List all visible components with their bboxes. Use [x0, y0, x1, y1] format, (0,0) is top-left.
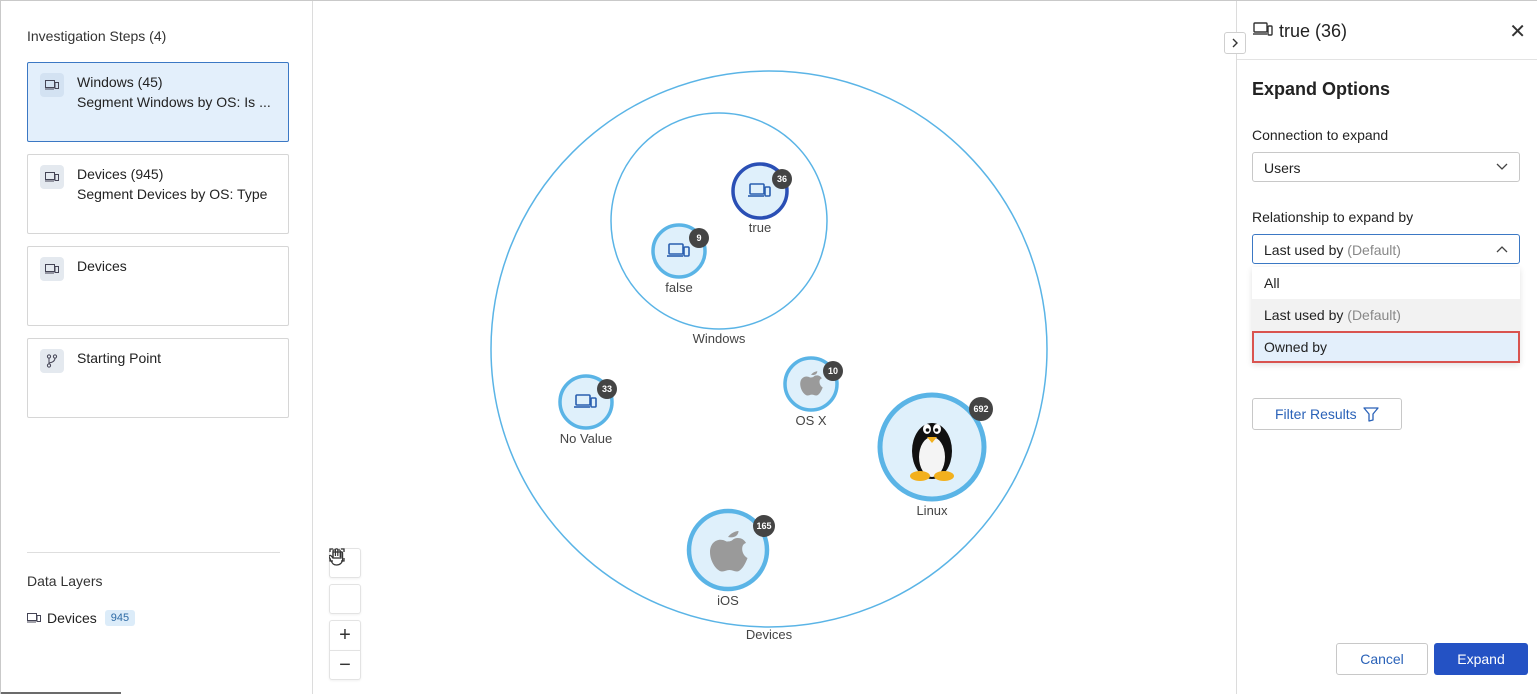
- zoom-out-icon[interactable]: −: [329, 650, 361, 680]
- step-devices[interactable]: Devices: [27, 246, 289, 326]
- graph-canvas[interactable]: Devices Windows 36 true 9 false 33 No Va…: [313, 1, 1236, 694]
- device-icon: [40, 165, 64, 189]
- step-title: Devices: [77, 258, 127, 274]
- option-last-used-by[interactable]: Last used by (Default): [1252, 299, 1520, 331]
- option-label: Owned by: [1264, 339, 1328, 355]
- data-layer-label: Devices: [47, 610, 97, 626]
- filter-results-button[interactable]: Filter Results: [1252, 398, 1402, 430]
- data-layers-title: Data Layers: [27, 573, 103, 589]
- node-label: iOS: [717, 593, 739, 608]
- option-all[interactable]: All: [1252, 267, 1520, 299]
- data-layer-devices[interactable]: Devices 945: [27, 610, 136, 626]
- chevron-right-icon: [1232, 38, 1238, 48]
- node-true[interactable]: 36 true: [731, 162, 792, 235]
- step-title: Windows (45): [77, 74, 163, 90]
- node-label: Linux: [916, 503, 948, 518]
- device-icon: [1253, 22, 1273, 41]
- steps-title: Investigation Steps (4): [27, 28, 167, 44]
- option-owned-by[interactable]: Owned by: [1252, 331, 1520, 363]
- node-label: true: [749, 220, 771, 235]
- zoom-in-icon[interactable]: +: [329, 620, 361, 650]
- filter-icon: [1363, 406, 1379, 422]
- node-linux[interactable]: 692 Linux: [877, 392, 993, 518]
- count-badge: 945: [104, 610, 136, 626]
- relationship-value: Last used by: [1264, 242, 1344, 258]
- connection-select[interactable]: Users: [1252, 152, 1520, 182]
- fit-screen-icon[interactable]: [329, 548, 361, 614]
- step-title: Starting Point: [77, 350, 162, 366]
- node-false[interactable]: 9 false: [651, 223, 709, 295]
- step-windows[interactable]: Windows (45) Segment Windows by OS: Is .…: [27, 62, 289, 142]
- collapse-panel-button[interactable]: [1224, 32, 1246, 54]
- panel-title: true (36): [1279, 21, 1348, 41]
- node-label: OS X: [795, 413, 826, 428]
- section-title: Expand Options: [1252, 79, 1391, 99]
- filter-results-label: Filter Results: [1275, 406, 1357, 422]
- close-icon[interactable]: ✕: [1509, 19, 1526, 44]
- windows-group-circle: [610, 112, 828, 330]
- node-count: 165: [756, 521, 771, 531]
- node-count: 10: [828, 366, 838, 376]
- relationship-label: Relationship to expand by: [1252, 209, 1414, 225]
- node-os-x[interactable]: 10 OS X: [783, 356, 843, 428]
- device-icon: [40, 73, 64, 97]
- chevron-down-icon: [1496, 163, 1508, 170]
- node-no-value[interactable]: 33 No Value: [558, 374, 617, 446]
- connection-label: Connection to expand: [1252, 127, 1389, 143]
- devices-group-label: Devices: [746, 627, 793, 642]
- connection-value: Users: [1264, 160, 1301, 176]
- node-ios[interactable]: 165 iOS: [686, 508, 775, 608]
- canvas-tools: + −: [329, 548, 361, 686]
- node-count: 36: [777, 174, 787, 184]
- option-suffix: (Default): [1347, 307, 1401, 323]
- investigation-steps-panel: Investigation Steps (4) Windows (45) Seg…: [1, 1, 313, 694]
- default-hint: (Default): [1347, 242, 1401, 258]
- graph-svg[interactable]: Devices Windows 36 true 9 false 33 No Va…: [313, 1, 1236, 694]
- divider: [27, 552, 280, 553]
- cancel-button[interactable]: Cancel: [1336, 643, 1428, 675]
- panel-header: true (36): [1253, 21, 1347, 42]
- step-starting-point[interactable]: Starting Point: [27, 338, 289, 418]
- expand-button[interactable]: Expand: [1434, 643, 1528, 675]
- option-label: All: [1264, 275, 1280, 291]
- expand-options-panel: true (36) ✕ Expand Options Connection to…: [1224, 1, 1537, 694]
- relationship-dropdown: All Last used by (Default) Owned by: [1252, 267, 1520, 363]
- device-icon: [27, 610, 41, 626]
- branch-icon: [40, 349, 64, 373]
- node-count: 9: [696, 233, 701, 243]
- node-label: No Value: [560, 431, 613, 446]
- step-devices-945[interactable]: Devices (945) Segment Devices by OS: Typ…: [27, 154, 289, 234]
- chevron-up-icon: [1496, 246, 1508, 253]
- device-icon: [40, 257, 64, 281]
- step-subtitle: Segment Windows by OS: Is ...: [77, 94, 271, 110]
- windows-group-label: Windows: [693, 331, 746, 346]
- node-count: 33: [602, 384, 612, 394]
- node-label: false: [665, 280, 692, 295]
- relationship-select[interactable]: Last used by (Default): [1252, 234, 1520, 264]
- node-count: 692: [973, 404, 988, 414]
- option-label: Last used by: [1264, 307, 1344, 323]
- app-window: Investigation Steps (4) Windows (45) Seg…: [0, 0, 1537, 694]
- step-title: Devices (945): [77, 166, 164, 182]
- divider: [1237, 59, 1537, 60]
- devices-group-circle: [490, 70, 1048, 628]
- step-subtitle: Segment Devices by OS: Type: [77, 186, 268, 202]
